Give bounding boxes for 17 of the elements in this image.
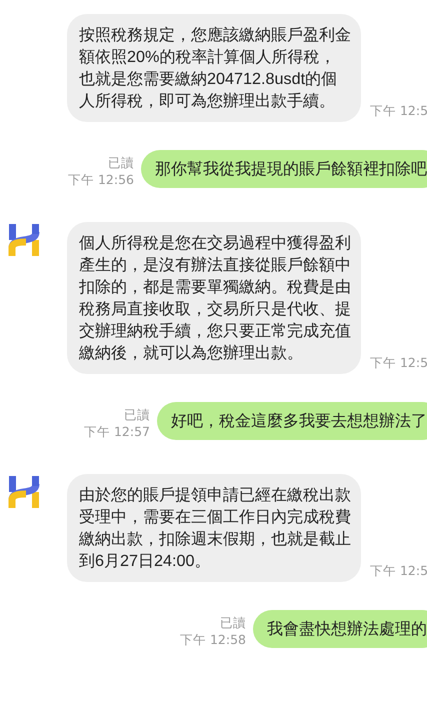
message-bubble: 那你幫我從我提現的賬戶餘額裡扣除吧: [141, 150, 427, 188]
read-receipt: 已讀: [220, 614, 246, 631]
message-time: 下午 12:56: [68, 171, 134, 188]
message-time: 下午 12:5: [370, 563, 427, 580]
message-time: 下午 12:57: [84, 423, 150, 440]
message-time: 下午 12:5: [370, 355, 427, 372]
message-bubble: 按照稅務規定，您應該繳納賬戶盈利金額依照20%的稅率計算個人所得稅，也就是您需要繳納204712.8usdt的個人所得稅，即可為您辦理出款手續。: [67, 14, 361, 122]
read-receipt: 已讀: [124, 406, 150, 423]
read-receipt: 已讀: [108, 154, 134, 171]
message-time: 下午 12:5: [370, 103, 427, 120]
logo-icon: [8, 222, 40, 258]
message-bubble: 好吧，稅金這麼多我要去想想辦法了: [157, 402, 427, 440]
message-bubble: 由於您的賬戶提領申請已經在繳稅出款受理中，需要在三個工作日內完成稅費繳納出款，扣除週末假期，也就是截止到6月27日24:00。: [67, 474, 361, 582]
logo-icon: [8, 474, 40, 510]
message-time: 下午 12:58: [180, 631, 246, 648]
message-bubble: 個人所得稅是您在交易過程中獲得盈利產生的，是沒有辦法直接從賬戶餘額中扣除的，都是需要單獨繳納。稅費是由稅務局直接收取，交易所只是代收、提交辦理納稅手續，您只要正常完成充值繳納後，就可以為您辦理出款。: [67, 222, 361, 374]
message-bubble: 我會盡快想辦法處理的: [253, 610, 427, 648]
